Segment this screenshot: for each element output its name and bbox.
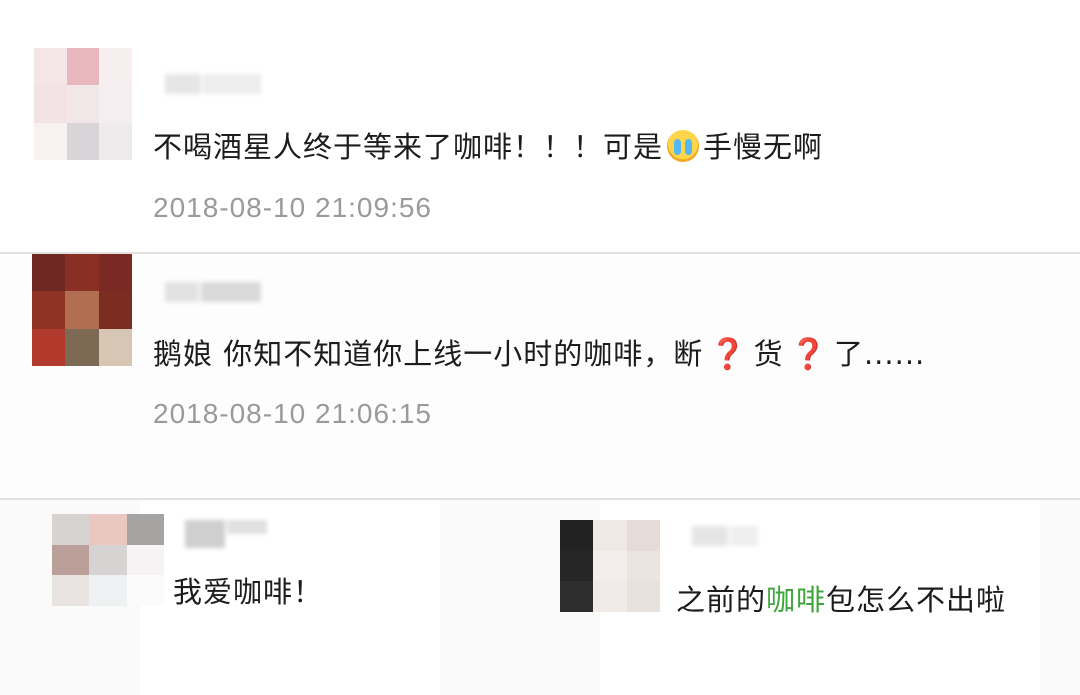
username-blurred[interactable] xyxy=(165,74,261,94)
comment-timestamp: 2018-08-10 21:09:56 xyxy=(153,192,432,223)
snippets-area: 我爱咖啡！ 之前的咖啡包怎么不出啦 xyxy=(0,500,1080,695)
comment-text: 之前的咖啡包怎么不出啦 xyxy=(676,583,1007,617)
comment-item-2: 鹅娘 你知不知道你上线一小时的咖啡，断 ❓ 货 ❓ 了...... 2018-08-10… xyxy=(0,254,1080,500)
username-blurred[interactable] xyxy=(165,282,261,302)
comment-timestamp: 2018-08-10 21:06:15 xyxy=(153,398,432,429)
username-blurred[interactable] xyxy=(185,520,267,548)
comment-text: 鹅娘 你知不知道你上线一小时的咖啡，断 ❓ 货 ❓ 了...... xyxy=(153,337,926,372)
avatar[interactable] xyxy=(32,254,132,366)
comment-item-1: 不喝酒星人终于等来了咖啡！！！可是 手慢无啊 2018-08-10 21:09:5… xyxy=(0,0,1080,254)
comment-text: 我爱咖啡！ xyxy=(173,575,324,609)
avatar[interactable] xyxy=(560,520,660,612)
comment-text: 不喝酒星人终于等来了咖啡！！！可是 手慢无啊 xyxy=(153,130,824,164)
avatar[interactable] xyxy=(52,514,164,606)
question-mark-icon: ❓ xyxy=(709,337,748,372)
username-blurred[interactable] xyxy=(692,526,758,546)
question-mark-icon: ❓ xyxy=(789,337,828,372)
avatar[interactable] xyxy=(34,48,132,160)
highlighted-keyword: 咖啡 xyxy=(766,583,827,617)
crying-face-icon xyxy=(667,130,700,162)
